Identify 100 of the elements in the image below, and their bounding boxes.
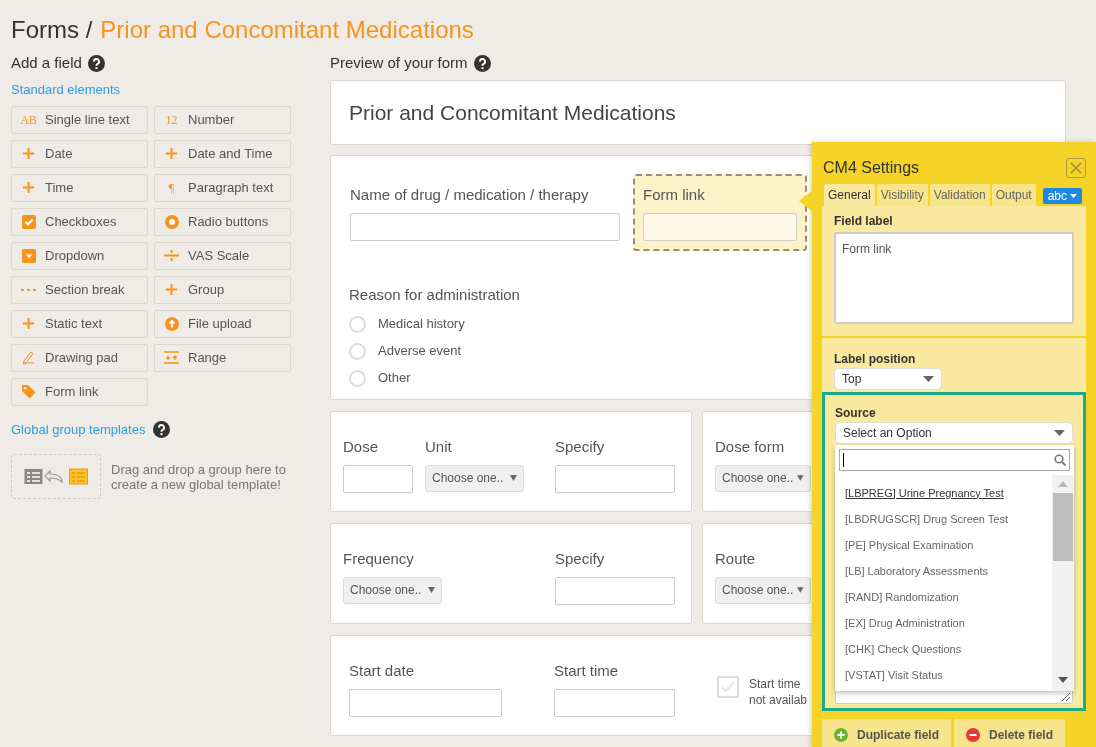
select-dropdown[interactable]: Choose one..	[715, 576, 811, 604]
section-heading: Preview of your form	[330, 52, 468, 73]
dropdown-option[interactable]: [LBPREG] Urine Pregnancy Test	[835, 480, 1052, 506]
select-dropdown[interactable]: Choose one..	[343, 576, 442, 604]
resize-handle-icon	[1061, 692, 1070, 701]
select-dropdown[interactable]: Choose one..	[425, 464, 524, 492]
text-input[interactable]	[554, 688, 675, 717]
dropzone[interactable]	[11, 454, 101, 499]
text-input[interactable]	[555, 576, 675, 605]
search-field[interactable]	[839, 449, 1070, 471]
field-type-button[interactable]: Range	[154, 343, 291, 372]
delete-button[interactable]: Delete field	[954, 719, 1066, 747]
dropdown-option[interactable]: [VSTAT] Visit Status	[835, 662, 1052, 688]
field-label: Form link	[643, 185, 706, 205]
radio-label: Medical history	[378, 315, 465, 334]
search-icon	[1054, 454, 1066, 466]
breadcrumb-link[interactable]: Forms /	[11, 18, 93, 42]
plus-icon	[22, 147, 35, 160]
dotted-line-icon	[21, 287, 36, 292]
field-type-button[interactable]: Time	[11, 173, 148, 202]
section-heading: Add a field	[11, 52, 82, 73]
dropzone-hint: Drag and drop a group here to create a new global template!	[111, 461, 287, 492]
scale-icon	[164, 249, 179, 262]
field-type-button[interactable]: VAS Scale	[154, 241, 291, 270]
glyph-icon: ¶	[168, 181, 175, 194]
plus-icon	[22, 181, 35, 194]
scroll-down-icon	[1058, 677, 1068, 683]
text-input[interactable]	[349, 688, 502, 717]
source-select[interactable]: Select an Option	[835, 422, 1073, 444]
radio-button[interactable]	[349, 315, 366, 333]
field-label: Label position	[834, 351, 917, 368]
field-label: Start time	[554, 661, 620, 681]
duplicate-button[interactable]: Duplicate field	[822, 719, 951, 747]
language-button[interactable]: abc	[1042, 188, 1082, 204]
settings-tab[interactable]: Validation	[929, 184, 990, 206]
caret-icon	[510, 475, 517, 481]
panel-title: CM4 Settings	[823, 158, 920, 178]
field-type-button[interactable]: Date and Time	[154, 139, 291, 168]
settings-tab[interactable]: Output	[991, 184, 1036, 206]
field-type-button[interactable]: AB Single line text	[11, 105, 148, 134]
help-icon	[473, 54, 491, 72]
field-type-button[interactable]: Drawing pad	[11, 343, 148, 372]
range-icon	[164, 351, 179, 364]
radio-button[interactable]	[349, 369, 366, 387]
field-label: Reason for administration	[349, 285, 520, 305]
checkbox-label: Start time not availab	[749, 676, 809, 709]
upload-icon	[164, 316, 179, 331]
field-type-button[interactable]: Static text	[11, 309, 148, 338]
field-type-button[interactable]: File upload	[154, 309, 291, 338]
close-button[interactable]	[1066, 158, 1086, 178]
settings-tab[interactable]: General	[824, 184, 875, 206]
plus-icon	[834, 728, 848, 742]
text-input[interactable]	[555, 464, 675, 493]
scrollbar-thumb[interactable]	[1053, 493, 1073, 561]
selected-field[interactable]: Form link	[633, 174, 807, 251]
glyph-icon: 12	[165, 113, 178, 126]
field-type-button[interactable]: Section break	[11, 275, 148, 304]
select-dropdown[interactable]: Choose one..	[715, 464, 811, 492]
field-type-button[interactable]: Form link	[11, 377, 148, 406]
scrollbar[interactable]	[1052, 475, 1074, 691]
checkbox[interactable]	[717, 676, 739, 698]
field-label: Specify	[555, 549, 606, 569]
field-type-button[interactable]: 12 Number	[154, 105, 291, 134]
radio-button[interactable]	[349, 342, 366, 360]
text-input[interactable]	[643, 212, 797, 241]
help-icon	[87, 54, 105, 72]
field-type-button[interactable]: Group	[154, 275, 291, 304]
template-drop-icon	[23, 467, 89, 486]
field-label-textarea[interactable]: Form link	[834, 232, 1074, 324]
field-label: Unit	[425, 437, 453, 457]
field-type-button[interactable]: ¶ Paragraph text	[154, 173, 291, 202]
text-input[interactable]	[350, 212, 620, 241]
field-label: Specify	[555, 437, 606, 457]
field-type-button[interactable]: Checkboxes	[11, 207, 148, 236]
dropdown-option[interactable]: [LB] Laboratory Assessments	[835, 558, 1052, 584]
caret-icon	[428, 587, 435, 593]
dropdown-option[interactable]: [LBDRUGSCR] Drug Screen Test	[835, 506, 1052, 532]
text-input[interactable]	[343, 464, 413, 493]
tag-icon	[21, 384, 36, 399]
caret-icon	[923, 376, 934, 382]
field-label: Start date	[349, 661, 416, 681]
dropdown-option[interactable]: [RAND] Randomization	[835, 584, 1052, 610]
label-position-select[interactable]: Top	[834, 368, 942, 390]
plus-icon	[165, 147, 178, 160]
dropdown-option[interactable]: [CHK] Check Questions	[835, 636, 1052, 662]
field-type-button[interactable]: Dropdown	[11, 241, 148, 270]
page-title: Prior and Concomitant Medications	[100, 18, 474, 42]
dropdown-icon	[21, 248, 36, 263]
plus-icon	[165, 283, 178, 296]
dropdown-option[interactable]: [PE] Physical Examination	[835, 532, 1052, 558]
checkbox-icon	[21, 214, 36, 229]
dropdown-option[interactable]: [EX] Drug Administration	[835, 610, 1052, 636]
radio-icon	[164, 214, 179, 229]
close-icon	[1070, 162, 1082, 174]
field-type-button[interactable]: Date	[11, 139, 148, 168]
field-type-button[interactable]: Radio buttons	[154, 207, 291, 236]
settings-tab[interactable]: Visibility	[876, 184, 928, 206]
plus-icon	[22, 317, 35, 330]
help-icon	[153, 420, 171, 438]
caret-icon	[797, 475, 804, 481]
